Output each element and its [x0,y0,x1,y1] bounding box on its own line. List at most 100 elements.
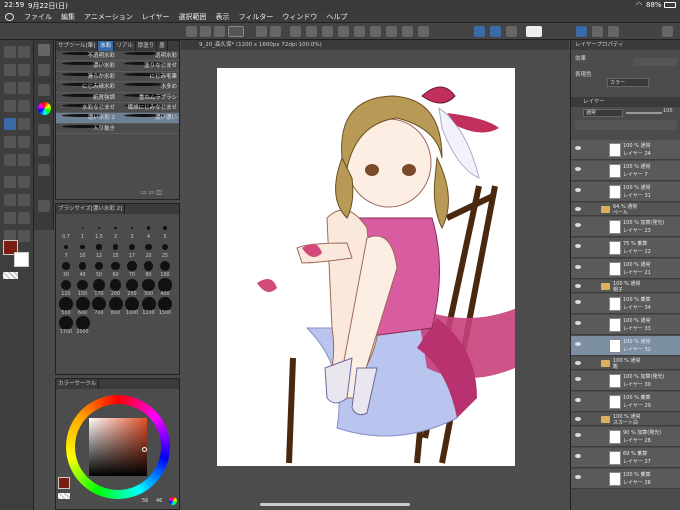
quick-access-icon[interactable] [228,26,244,37]
saturation-value-square[interactable] [89,418,147,476]
brush-size-dot[interactable] [60,279,72,291]
close-panel-icon[interactable] [38,200,50,212]
layer-toolbar[interactable] [575,120,677,130]
brush-size-dot[interactable] [63,244,69,250]
eye-icon[interactable] [575,223,581,227]
eye-icon[interactable] [575,454,581,458]
menu-item[interactable]: ファイル [24,11,52,23]
operation-tool-icon[interactable] [4,64,16,76]
eye-icon[interactable] [575,265,581,269]
pen-subtool-icon[interactable] [38,64,50,76]
brush-size-dot[interactable] [127,261,137,271]
eye-icon[interactable] [575,377,581,381]
brush-size-dot[interactable] [130,226,134,230]
tab-watercolor[interactable]: 水彩 [98,41,115,51]
brush-size-dot[interactable] [108,297,123,311]
brush-size-dot[interactable] [161,243,169,251]
zoom-icon[interactable] [506,26,517,37]
eye-icon[interactable] [575,167,581,171]
layer-row[interactable]: 100 % 乗算 レイヤー 29 [571,392,680,412]
tab-real[interactable]: リアル [114,41,136,51]
brush-size-dot[interactable] [94,261,104,271]
brush-item[interactable]: 入り抜き [56,124,118,134]
menu-item[interactable]: アニメーション [84,11,133,23]
menu-item[interactable]: 編集 [61,11,75,23]
brush-size-dot[interactable] [78,262,87,270]
clear-icon[interactable] [290,26,301,37]
brush-size-dot[interactable] [65,227,67,229]
layer-folder[interactable]: 100 % 通常 スカート白 [571,413,680,426]
brush-item[interactable]: にじみ毛筆 [118,72,180,82]
brush-size-dot[interactable] [112,244,119,250]
layer-row[interactable]: 100 % 乗算 レイヤー 26 [571,469,680,489]
brush-size-dot[interactable] [80,244,85,250]
transparent-color-swatch[interactable] [58,493,70,499]
move-layer-icon[interactable] [18,64,30,76]
eye-icon[interactable] [575,398,581,402]
layer-folder[interactable]: 100 % 通常 帽子 [571,280,680,293]
tab-ink[interactable]: 墨 [157,41,168,51]
expression-select[interactable]: カラー [607,78,649,87]
fill-tool-icon[interactable] [4,176,16,188]
brush-panel-actions[interactable]: ▭ ▭ ◫ [141,189,179,198]
snap-grid-icon[interactable] [402,26,413,37]
opacity-slider[interactable] [626,112,662,114]
brush-tool-icon[interactable] [4,118,16,130]
lasso-icon[interactable] [4,82,16,94]
brush-item[interactable]: 濃い水彩 2 [56,113,118,123]
brush-size-dot[interactable] [109,279,122,291]
menu-item[interactable]: 選択範囲 [179,11,207,23]
brush-size-dot[interactable] [146,226,151,230]
grid-menu-icon[interactable] [186,26,197,37]
brush-item[interactable]: 濃い水彩 [56,61,118,71]
eye-icon[interactable] [575,244,581,248]
eye-icon[interactable] [575,300,581,304]
brush-size-dot[interactable] [143,261,154,271]
ruler-icon[interactable] [4,212,16,224]
eye-icon[interactable] [575,433,581,437]
color-picker-handle[interactable] [142,447,147,452]
layer-row[interactable]: 69 % 乗算 レイヤー 27 [571,448,680,468]
pen-icon[interactable] [18,100,30,112]
brush-item[interactable]: 透明水彩 [118,51,180,61]
eye-icon[interactable] [575,284,581,288]
menu-item[interactable]: ヘルプ [326,11,347,23]
menu-item[interactable]: 表示 [216,11,230,23]
layer-row[interactable]: 100 % 通常 レイヤー 24 [571,140,680,160]
flip-icon[interactable] [474,26,485,37]
layer-row[interactable]: 100 % 加算(発光) レイヤー 30 [571,371,680,391]
menu-item[interactable]: フィルター [239,11,274,23]
expand-icon[interactable] [662,26,673,37]
brush-subtool-icon[interactable] [38,44,50,56]
brush-item[interactable] [118,124,180,134]
brush-size-dot[interactable] [114,226,117,230]
panel-icon[interactable] [608,26,619,37]
layer-row[interactable]: 100 % 加算(発光) レイヤー 23 [571,217,680,237]
eye-icon[interactable] [575,475,581,479]
brush-item[interactable]: 水多め [118,82,180,92]
brush-item[interactable]: にじみ縁水彩 [56,82,118,92]
deselect-icon[interactable] [322,26,333,37]
brush-size-dot[interactable] [129,244,135,250]
sub-color-swatch[interactable] [14,252,29,267]
layer-row[interactable]: 100 % 通常 レイヤー 21 [571,259,680,279]
brush-size-dot[interactable] [125,297,139,311]
brush-size-dot[interactable] [77,279,88,291]
brush-item[interactable]: 滑らか水彩 [56,72,118,82]
correct-line-icon[interactable] [18,230,30,242]
hand-tool-icon[interactable] [18,46,30,58]
eyedropper-icon[interactable] [4,100,16,112]
brush-size-dot[interactable] [81,227,84,229]
new-file-icon[interactable] [200,26,211,37]
eye-icon[interactable] [575,188,581,192]
text-tool-icon[interactable] [18,212,30,224]
blend-icon[interactable] [18,154,30,166]
brush-size-dot[interactable] [92,297,106,311]
layer-folder[interactable]: 64 % 通常 ベール [571,203,680,216]
brush-size-dot[interactable] [158,297,172,311]
brush-size-dot[interactable] [98,227,100,229]
layer-row[interactable]: 100 % 通常 レイヤー 33 [571,315,680,335]
decoration-icon[interactable] [18,136,30,148]
figure-icon[interactable] [4,194,16,206]
brush-size-dot[interactable] [75,297,90,311]
